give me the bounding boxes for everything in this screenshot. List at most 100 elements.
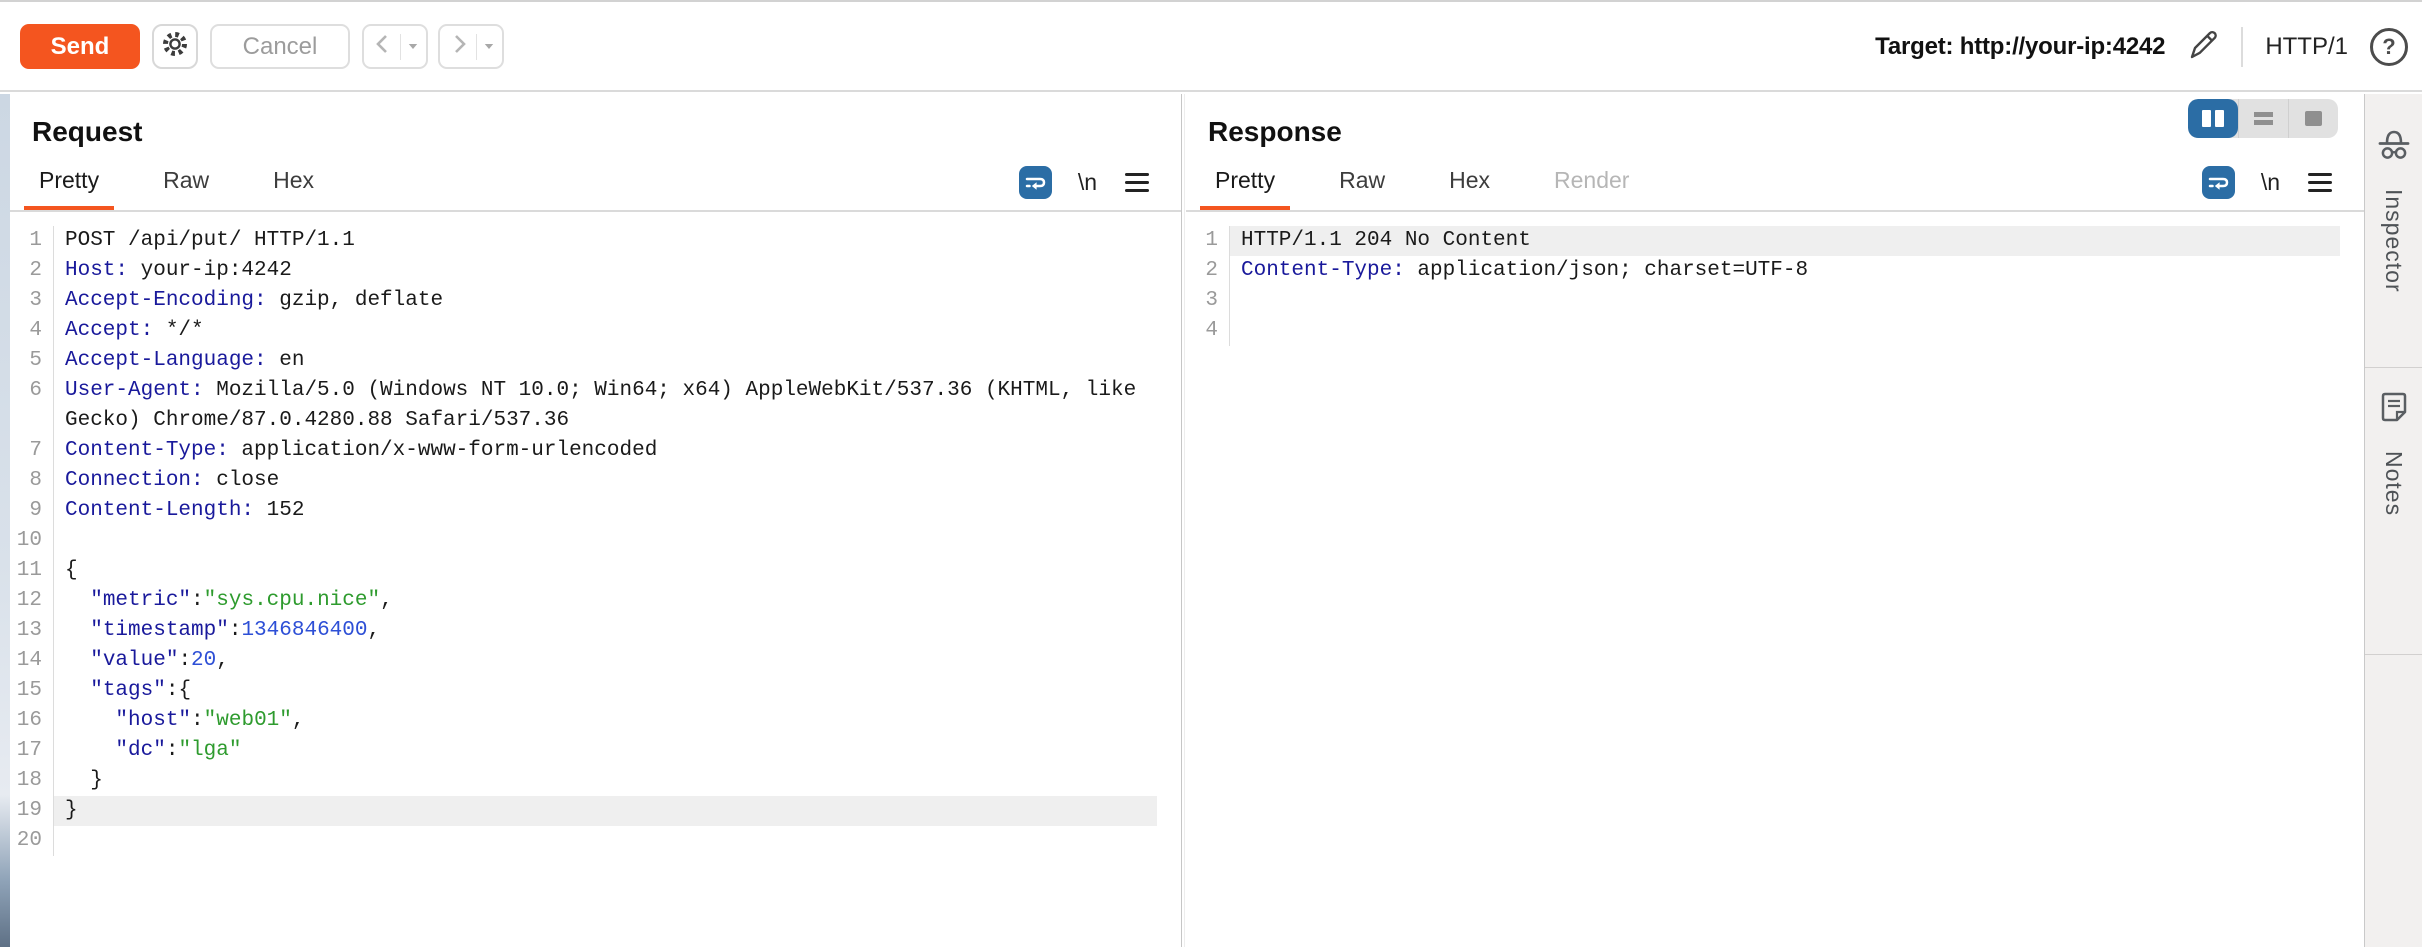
editor-line[interactable]: 8Connection: close	[10, 466, 1181, 496]
line-number: 15	[10, 676, 54, 706]
line-number: 10	[10, 526, 54, 556]
response-tab-hex[interactable]: Hex	[1434, 167, 1505, 210]
editor-line[interactable]: Gecko) Chrome/87.0.4280.88 Safari/537.36	[10, 406, 1181, 436]
line-number	[10, 406, 54, 436]
line-content: Gecko) Chrome/87.0.4280.88 Safari/537.36	[54, 406, 1157, 436]
line-content: }	[54, 766, 1157, 796]
response-tab-bar: Pretty Raw Hex Render \n	[1186, 156, 2364, 212]
editor-line[interactable]: 5Accept-Language: en	[10, 346, 1181, 376]
request-tab-raw[interactable]: Raw	[148, 167, 224, 210]
previous-request-button[interactable]	[362, 24, 428, 69]
line-number: 14	[10, 646, 54, 676]
line-number: 12	[10, 586, 54, 616]
editor-line[interactable]: 3Accept-Encoding: gzip, deflate	[10, 286, 1181, 316]
divider	[400, 34, 401, 60]
menu-icon[interactable]	[2306, 169, 2334, 196]
inspector-rail-tab[interactable]: Inspector	[2365, 128, 2422, 293]
editor-line[interactable]: 1POST /api/put/ HTTP/1.1	[10, 226, 1181, 256]
line-number: 4	[1186, 316, 1230, 346]
inspector-label: Inspector	[2380, 189, 2407, 293]
response-title: Response	[1208, 116, 1342, 148]
show-newlines-toggle[interactable]: \n	[2261, 169, 2280, 196]
editor-line[interactable]: 9Content-Length: 152	[10, 496, 1181, 526]
line-content: Content-Length: 152	[54, 496, 1157, 526]
line-number: 5	[10, 346, 54, 376]
edit-target-button[interactable]	[2183, 27, 2223, 67]
line-number: 4	[10, 316, 54, 346]
line-number: 17	[10, 736, 54, 766]
note-icon	[2377, 390, 2411, 429]
line-number: 16	[10, 706, 54, 736]
response-editor[interactable]: 1HTTP/1.1 204 No Content2Content-Type: a…	[1186, 212, 2364, 947]
main-area: Request Pretty Raw Hex \n	[0, 94, 2422, 947]
line-number: 2	[10, 256, 54, 286]
editor-line[interactable]: 16 "host":"web01",	[10, 706, 1181, 736]
rail-divider	[2365, 654, 2422, 655]
editor-line[interactable]: 12 "metric":"sys.cpu.nice",	[10, 586, 1181, 616]
word-wrap-toggle-icon[interactable]	[2202, 166, 2235, 199]
cancel-button[interactable]: Cancel	[210, 24, 350, 69]
notes-rail-tab[interactable]: Notes	[2365, 390, 2422, 516]
editor-line[interactable]: 14 "value":20,	[10, 646, 1181, 676]
line-content	[54, 826, 1157, 856]
line-content	[54, 526, 1157, 556]
editor-line[interactable]: 18 }	[10, 766, 1181, 796]
request-tab-hex[interactable]: Hex	[258, 167, 329, 210]
response-tab-pretty[interactable]: Pretty	[1200, 167, 1290, 210]
line-number: 3	[1186, 286, 1230, 316]
rail-divider	[2365, 367, 2422, 368]
line-content: {	[54, 556, 1157, 586]
editor-line[interactable]: 2Host: your-ip:4242	[10, 256, 1181, 286]
panel-splitter[interactable]	[1181, 94, 1182, 947]
response-tab-raw[interactable]: Raw	[1324, 167, 1400, 210]
pencil-icon	[2185, 27, 2221, 68]
gear-icon	[160, 29, 190, 64]
line-number: 3	[10, 286, 54, 316]
editor-line[interactable]: 17 "dc":"lga"	[10, 736, 1181, 766]
line-content: "host":"web01",	[54, 706, 1157, 736]
layout-columns-button[interactable]	[2188, 99, 2238, 138]
help-icon[interactable]: ?	[2370, 28, 2408, 66]
line-content: "value":20,	[54, 646, 1157, 676]
editor-line[interactable]: 4	[1186, 316, 2364, 346]
menu-icon[interactable]	[1123, 169, 1151, 196]
line-content: Host: your-ip:4242	[54, 256, 1157, 286]
line-content: Accept-Encoding: gzip, deflate	[54, 286, 1157, 316]
show-newlines-toggle[interactable]: \n	[1078, 169, 1097, 196]
editor-line[interactable]: 7Content-Type: application/x-www-form-ur…	[10, 436, 1181, 466]
line-number: 7	[10, 436, 54, 466]
editor-line[interactable]: 1HTTP/1.1 204 No Content	[1186, 226, 2364, 256]
line-content: User-Agent: Mozilla/5.0 (Windows NT 10.0…	[54, 376, 1157, 406]
word-wrap-toggle-icon[interactable]	[1019, 166, 1052, 199]
send-settings-button[interactable]	[152, 24, 198, 69]
line-number: 1	[1186, 226, 1230, 256]
line-number: 18	[10, 766, 54, 796]
line-number: 20	[10, 826, 54, 856]
editor-line[interactable]: 11{	[10, 556, 1181, 586]
editor-line[interactable]: 20	[10, 826, 1181, 856]
layout-rows-button[interactable]	[2238, 99, 2288, 138]
response-tab-render: Render	[1539, 167, 1644, 210]
editor-line[interactable]: 10	[10, 526, 1181, 556]
layout-switcher	[2188, 99, 2338, 138]
editor-line[interactable]: 19}	[10, 796, 1181, 826]
line-number: 6	[10, 376, 54, 406]
editor-line[interactable]: 3	[1186, 286, 2364, 316]
editor-line[interactable]: 13 "timestamp":1346846400,	[10, 616, 1181, 646]
line-number: 2	[1186, 256, 1230, 286]
request-tab-pretty[interactable]: Pretty	[24, 167, 114, 210]
panel-splitter-shade	[1184, 94, 1185, 947]
request-editor[interactable]: 1POST /api/put/ HTTP/1.12Host: your-ip:4…	[10, 212, 1181, 947]
editor-line[interactable]: 6User-Agent: Mozilla/5.0 (Windows NT 10.…	[10, 376, 1181, 406]
editor-line[interactable]: 15 "tags":{	[10, 676, 1181, 706]
editor-line[interactable]: 4Accept: */*	[10, 316, 1181, 346]
line-number: 1	[10, 226, 54, 256]
send-button[interactable]: Send	[20, 24, 140, 69]
toolbar: Send Cancel Target: ht	[0, 2, 2422, 92]
http-version-selector[interactable]: HTTP/1	[2261, 33, 2352, 61]
line-number: 11	[10, 556, 54, 586]
next-request-button[interactable]	[438, 24, 504, 69]
notes-label: Notes	[2380, 451, 2407, 516]
layout-single-button[interactable]	[2288, 99, 2338, 138]
editor-line[interactable]: 2Content-Type: application/json; charset…	[1186, 256, 2364, 286]
